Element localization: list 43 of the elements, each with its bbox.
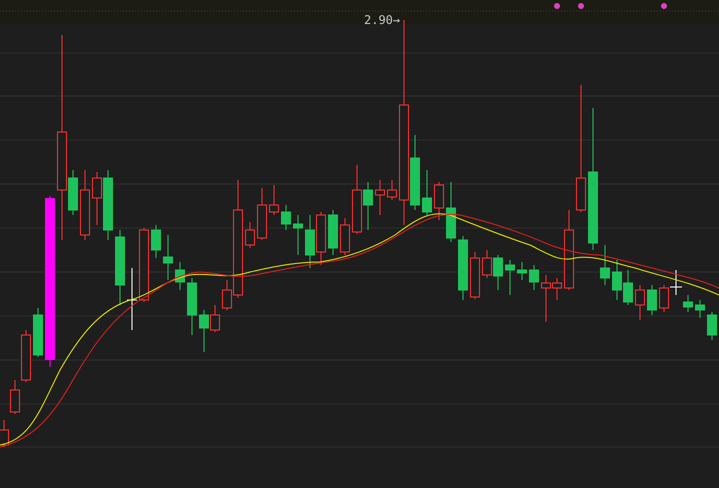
candlestick bbox=[635, 284, 645, 320]
candlestick bbox=[375, 180, 385, 216]
candlestick bbox=[175, 262, 185, 290]
candlestick bbox=[163, 234, 173, 280]
candlestick bbox=[623, 270, 633, 306]
candlestick bbox=[328, 210, 338, 256]
candlestick bbox=[695, 300, 705, 318]
candlestick bbox=[33, 308, 43, 358]
candlestick bbox=[387, 180, 397, 200]
candlestick bbox=[80, 170, 90, 240]
candlestick bbox=[683, 294, 693, 312]
candlestick bbox=[458, 236, 468, 300]
candlestick bbox=[269, 184, 279, 216]
candlestick bbox=[103, 170, 113, 240]
candlestick bbox=[422, 170, 432, 216]
candlestick bbox=[482, 250, 492, 278]
candlestick bbox=[707, 312, 717, 340]
candlestick bbox=[612, 260, 622, 300]
candlestick bbox=[470, 252, 480, 300]
candlestick bbox=[92, 172, 102, 226]
crosshair-icon bbox=[670, 270, 682, 296]
candlestick bbox=[600, 244, 610, 286]
candlestick bbox=[316, 212, 326, 266]
candlestick bbox=[363, 182, 373, 230]
candlestick bbox=[293, 214, 303, 256]
candlestick bbox=[529, 264, 539, 290]
candlestick bbox=[305, 214, 315, 268]
candlestick bbox=[647, 284, 657, 316]
candlestick bbox=[446, 182, 456, 242]
candlestick bbox=[493, 254, 503, 290]
candlestick bbox=[187, 278, 197, 336]
candlestick bbox=[245, 222, 255, 248]
candlestick bbox=[434, 182, 444, 220]
crosshair-icon bbox=[126, 268, 138, 330]
candlestick bbox=[505, 260, 515, 296]
candlestick bbox=[257, 188, 267, 240]
price-label: 2.90→ bbox=[364, 13, 400, 27]
candlestick bbox=[340, 218, 350, 256]
candlestick bbox=[659, 284, 669, 312]
candlestick bbox=[281, 204, 291, 230]
candlestick bbox=[151, 224, 161, 258]
candlestick bbox=[352, 164, 362, 234]
candlestick bbox=[517, 262, 527, 280]
